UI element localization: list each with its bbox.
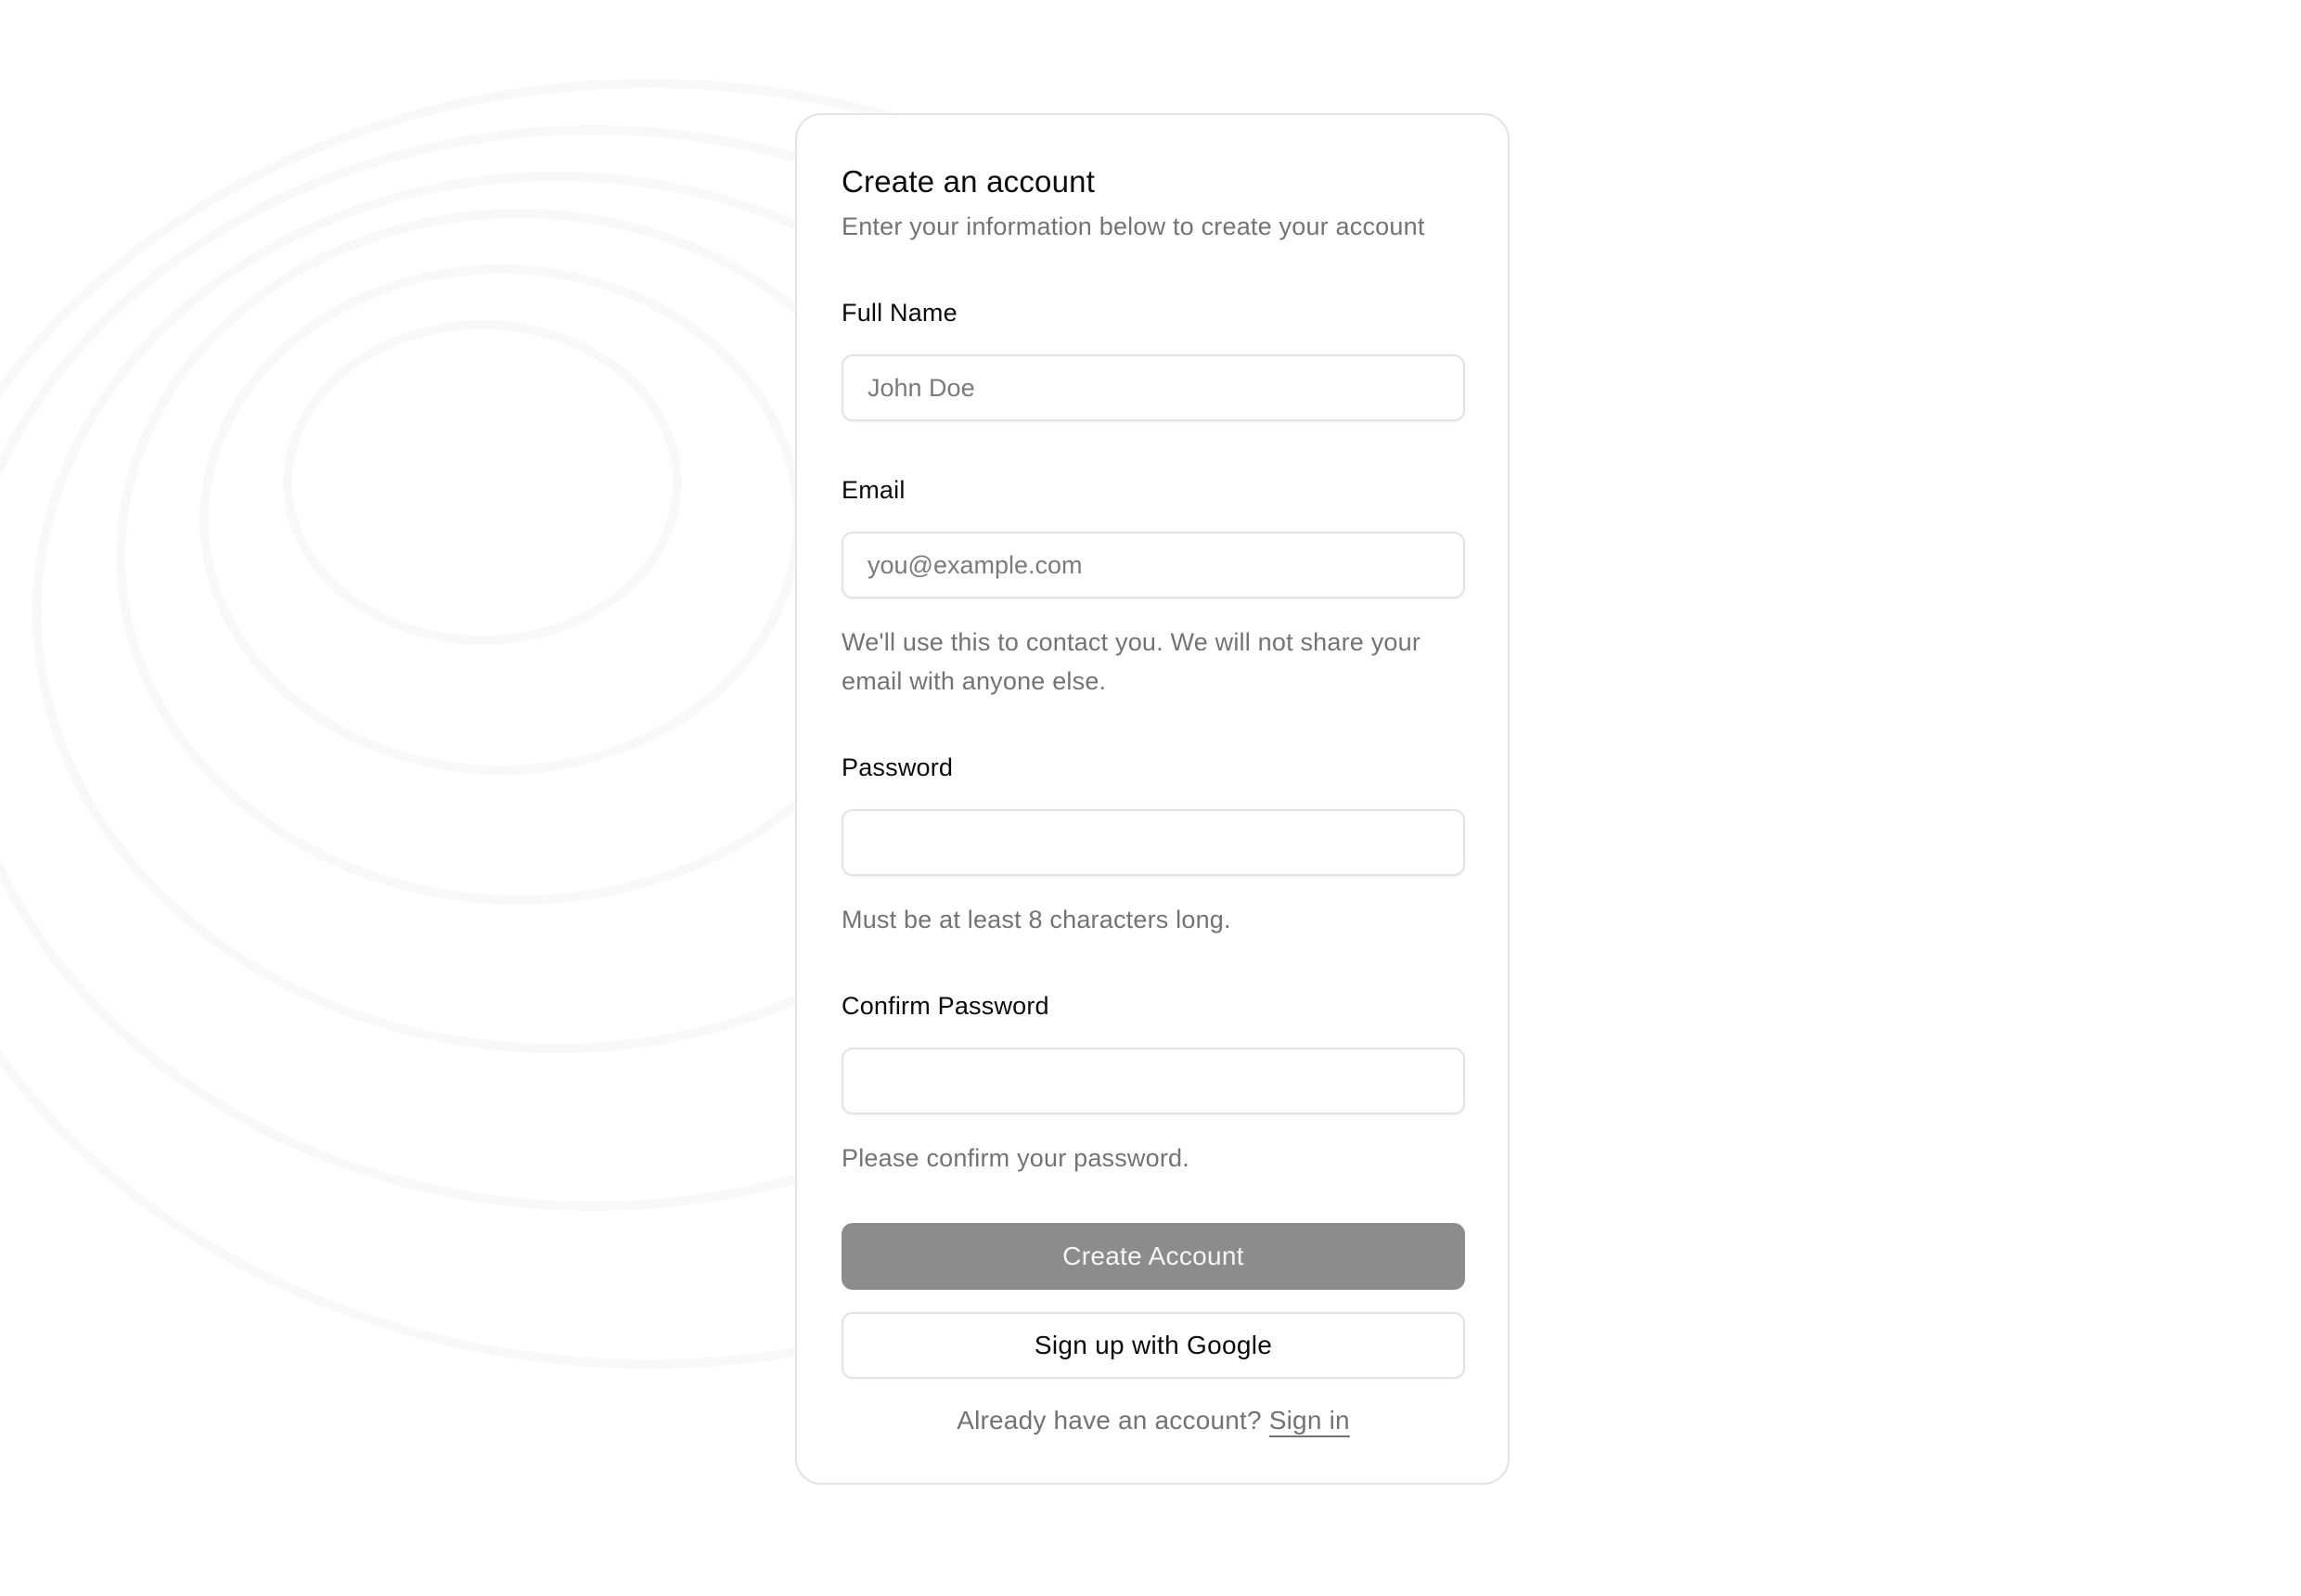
password-helper-text: Must be at least 8 characters long.: [842, 906, 1231, 933]
confirm-password-helper-text: Please confirm your password.: [842, 1144, 1189, 1172]
full-name-label: Full Name: [842, 299, 958, 327]
full-name-field: Full Name: [842, 297, 1465, 421]
email-label: Email: [842, 476, 906, 504]
email-field: Email We'll use this to contact you. We …: [842, 474, 1465, 701]
email-input[interactable]: [842, 532, 1465, 598]
signin-prompt-text: Already have an account?: [957, 1406, 1262, 1435]
password-label: Password: [842, 753, 954, 781]
confirm-password-field: Confirm Password Please confirm your pas…: [842, 990, 1465, 1178]
sign-in-link[interactable]: Sign in: [1269, 1406, 1350, 1435]
google-signup-button[interactable]: Sign up with Google: [842, 1312, 1465, 1379]
confirm-password-label: Confirm Password: [842, 992, 1049, 1020]
full-name-input[interactable]: [842, 354, 1465, 421]
card-title: Create an account: [842, 164, 1096, 199]
signin-prompt: Already have an account? Sign in: [842, 1403, 1465, 1438]
password-field: Password Must be at least 8 characters l…: [842, 752, 1465, 939]
signup-card: Create an account Enter your information…: [795, 113, 1510, 1485]
password-input[interactable]: [842, 809, 1465, 876]
card-subtitle: Enter your information below to create y…: [842, 212, 1425, 240]
email-helper-text: We'll use this to contact you. We will n…: [842, 628, 1421, 695]
create-account-button[interactable]: Create Account: [842, 1223, 1465, 1290]
confirm-password-input[interactable]: [842, 1048, 1465, 1114]
